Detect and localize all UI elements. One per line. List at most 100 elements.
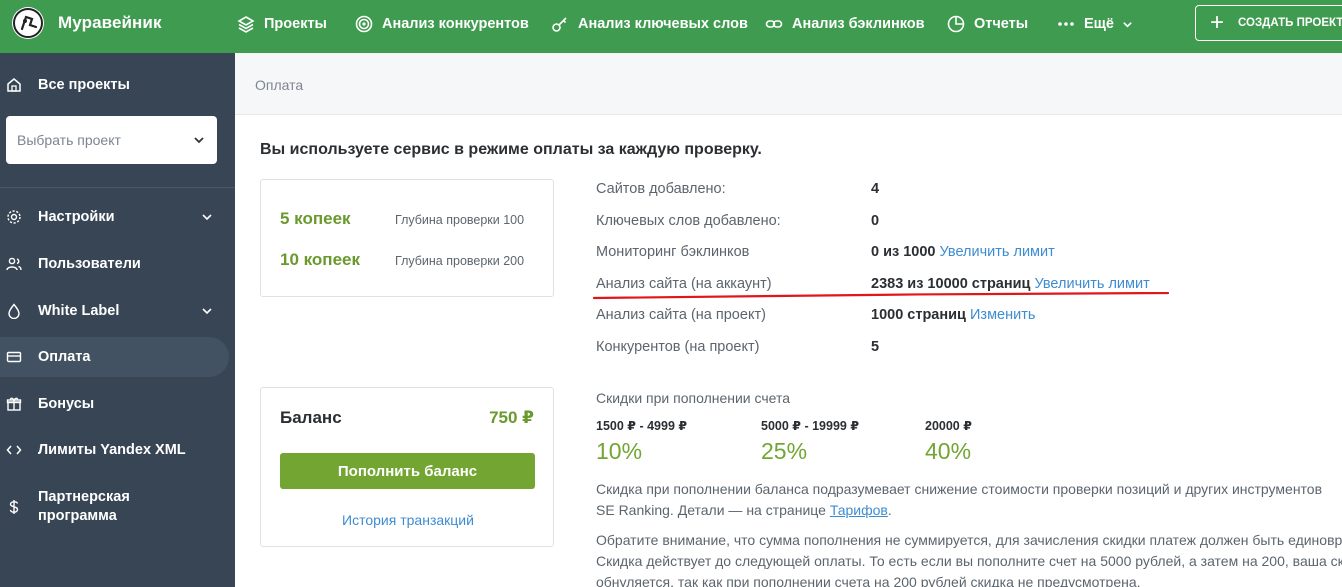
sidebar-item-bonuses[interactable]: Бонусы xyxy=(0,391,235,417)
target-icon xyxy=(355,15,373,33)
topup-balance-button[interactable]: Пополнить баланс xyxy=(280,453,535,489)
price-row: 10 копеек Глубина проверки 200 xyxy=(280,250,524,270)
discount-range: 5000 ₽ - 19999 ₽ xyxy=(761,419,860,433)
increase-limit-link[interactable]: Увеличить лимит xyxy=(940,244,1055,260)
discount-tier: 1500 ₽ - 4999 ₽ 10% xyxy=(596,418,687,465)
price-row: 5 копеек Глубина проверки 100 xyxy=(280,209,524,229)
stat-label: Ключевых слов добавлено: xyxy=(596,213,781,229)
nav-backlinks[interactable]: Анализ бэклинков xyxy=(765,15,925,33)
sidebar-item-yandex-xml[interactable]: Лимиты Yandex XML xyxy=(0,437,235,463)
nav-competitors[interactable]: Анализ конкурентов xyxy=(355,15,529,33)
stat-value: 5 xyxy=(871,339,880,355)
payment-mode-heading: Вы используете сервис в режиме оплаты за… xyxy=(260,141,762,158)
sidebar: Все проекты Выбрать проект Настройки Пол… xyxy=(0,53,235,587)
home-icon xyxy=(5,76,23,94)
sidebar-item-settings[interactable]: Настройки xyxy=(0,204,235,230)
gift-icon xyxy=(5,395,23,413)
nav-reports-label: Отчеты xyxy=(974,16,1029,32)
nav-reports[interactable]: Отчеты xyxy=(947,15,1028,33)
discount-percent: 10% xyxy=(596,438,643,464)
balance-title: Баланс xyxy=(280,408,342,427)
brand-logo-icon[interactable] xyxy=(12,7,44,39)
discount-info-paragraph: Скидка при пополнении баланса подразумев… xyxy=(596,479,1322,521)
card-icon xyxy=(5,348,23,366)
stat-value: 4 xyxy=(871,181,880,197)
price-description: Глубина проверки 200 xyxy=(395,254,525,268)
transaction-history-link-text[interactable]: История транзакций xyxy=(342,512,474,528)
sidebar-item-label: Пользователи xyxy=(38,256,141,272)
discount-tier: 20000 ₽ 40% xyxy=(925,418,972,465)
sidebar-item-payment[interactable]: Оплата xyxy=(0,337,229,377)
discount-percent: 40% xyxy=(925,438,972,464)
paragraph-line: SE Ranking. Детали — на странице Тарифов… xyxy=(596,502,892,518)
key-icon xyxy=(551,15,569,33)
discount-tier: 5000 ₽ - 19999 ₽ 25% xyxy=(761,418,859,465)
nav-keywords-label: Анализ ключевых слов xyxy=(578,16,748,32)
price-value: 5 копеек xyxy=(280,209,351,228)
layers-icon xyxy=(237,15,255,33)
chevron-down-icon xyxy=(1122,19,1133,30)
price-description: Глубина проверки 100 xyxy=(395,213,525,227)
balance-card: Баланс 750 ₽ Пополнить баланс История тр… xyxy=(260,387,554,547)
sidebar-item-label: Все проекты xyxy=(38,77,130,93)
sidebar-divider xyxy=(0,187,235,188)
code-icon xyxy=(5,441,23,459)
brand-name[interactable]: Муравейник xyxy=(58,13,162,33)
project-select[interactable]: Выбрать проект xyxy=(6,116,217,164)
sidebar-item-label: Партнерская программа xyxy=(38,489,130,524)
sidebar-item-partner-program[interactable]: Партнерская программа xyxy=(0,485,235,529)
sidebar-item-label: Оплата xyxy=(38,349,91,365)
dollar-icon xyxy=(5,498,23,516)
discount-notice-paragraph: Обратите внимание, что сумма пополнения … xyxy=(596,530,1342,587)
transaction-history-link: История транзакций xyxy=(261,512,555,528)
increase-limit-link[interactable]: Увеличить лимит xyxy=(1035,276,1150,292)
nav-backlinks-label: Анализ бэклинков xyxy=(792,16,925,32)
create-project-label: СОЗДАТЬ ПРОЕКТ xyxy=(1238,17,1342,29)
paragraph-line: Скидка при пополнении баланса подразумев… xyxy=(596,481,1323,497)
sidebar-item-users[interactable]: Пользователи xyxy=(0,251,235,277)
nav-more[interactable]: Ещё xyxy=(1057,15,1133,33)
stat-row-competitors: Конкурентов (на проект) 5 xyxy=(596,339,1196,359)
stat-row-backlinks: Мониторинг бэклинков 0 из 1000 Увеличить… xyxy=(596,244,1196,264)
stat-value: 2383 из 10000 страниц Увеличить лимит xyxy=(871,276,1150,292)
sidebar-item-label: White Label xyxy=(38,303,120,319)
nav-competitors-label: Анализ конкурентов xyxy=(382,16,529,32)
paragraph-line: Обратите внимание, что сумма пополнения … xyxy=(596,532,1342,548)
sidebar-item-label: Лимиты Yandex XML xyxy=(38,442,186,458)
paragraph-line: обнуляется, так как при пополнении счета… xyxy=(596,574,1141,587)
gear-icon xyxy=(5,208,23,226)
chevron-down-icon xyxy=(202,214,212,221)
stat-label: Мониторинг бэклинков xyxy=(596,244,750,260)
paragraph-line: Скидка действует до следующей оплаты. То… xyxy=(596,553,1342,569)
pie-chart-icon xyxy=(947,15,965,33)
top-navigation-bar: Муравейник Проекты Анализ конкурентов Ан… xyxy=(0,0,1342,53)
stat-row-keywords: Ключевых слов добавлено: 0 xyxy=(596,213,1196,233)
link-icon xyxy=(765,15,783,33)
users-icon xyxy=(5,255,23,273)
stat-value: 0 xyxy=(871,213,880,229)
sidebar-item-white-label[interactable]: White Label xyxy=(0,298,235,324)
sidebar-item-all-projects[interactable]: Все проекты xyxy=(0,72,235,98)
sidebar-item-label: Бонусы xyxy=(38,396,95,412)
stat-label: Анализ сайта (на проект) xyxy=(596,307,766,323)
discount-range: 1500 ₽ - 4999 ₽ xyxy=(596,419,688,433)
project-select-placeholder: Выбрать проект xyxy=(17,132,121,148)
chevron-down-icon xyxy=(194,137,204,144)
price-value: 10 копеек xyxy=(280,250,360,269)
stat-value: 1000 страниц Изменить xyxy=(871,307,1036,323)
drop-icon xyxy=(5,302,23,320)
discount-range: 20000 ₽ xyxy=(925,419,972,433)
balance-amount: 750 ₽ xyxy=(489,408,534,427)
sidebar-item-label: Настройки xyxy=(38,209,115,225)
stat-value: 0 из 1000 Увеличить лимит xyxy=(871,244,1055,260)
nav-keywords[interactable]: Анализ ключевых слов xyxy=(551,15,748,33)
create-project-button[interactable]: + СОЗДАТЬ ПРОЕКТ xyxy=(1195,5,1342,41)
price-card: 5 копеек Глубина проверки 100 10 копеек … xyxy=(260,179,554,297)
change-link[interactable]: Изменить xyxy=(970,307,1035,323)
red-annotation-underline xyxy=(593,292,1169,300)
discount-percent: 25% xyxy=(761,438,808,464)
nav-projects[interactable]: Проекты xyxy=(237,15,327,33)
discounts-title: Скидки при пополнении счета xyxy=(596,390,791,406)
stat-label: Анализ сайта (на аккаунт) xyxy=(596,276,772,292)
tariffs-link[interactable]: Тарифов xyxy=(830,502,888,518)
